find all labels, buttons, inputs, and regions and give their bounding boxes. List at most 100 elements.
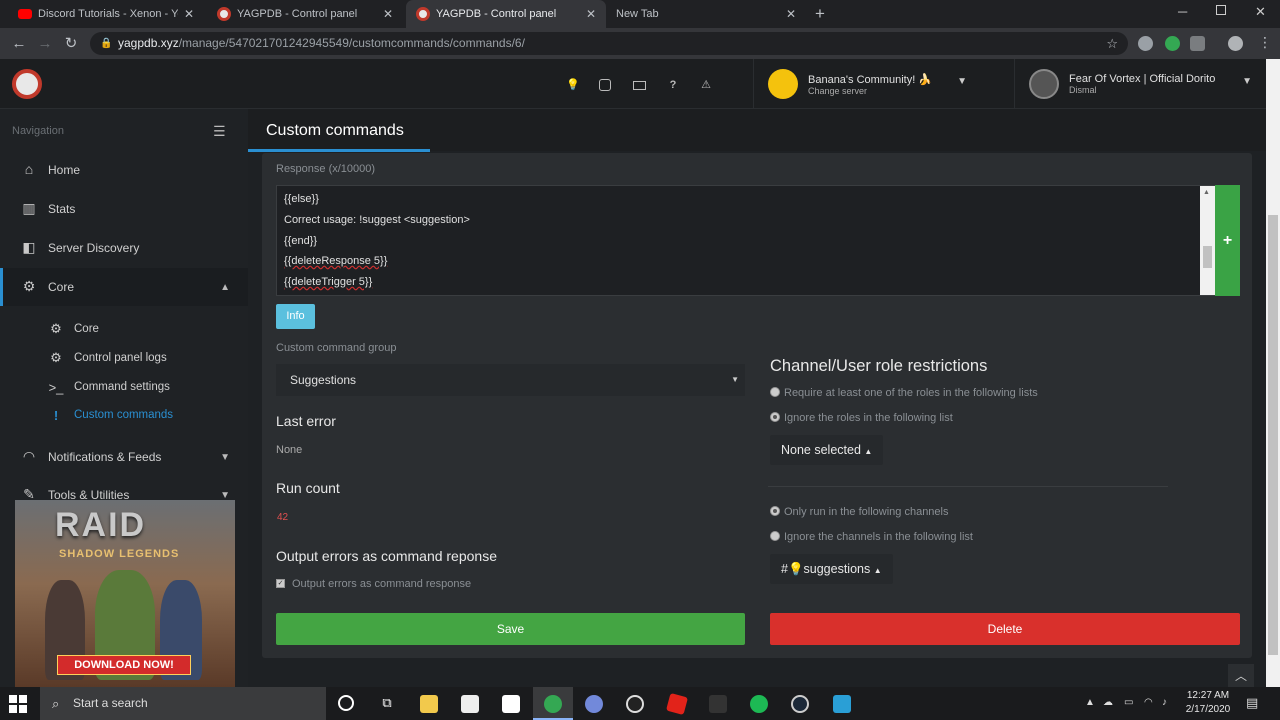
forward-icon[interactable]: → [34,33,56,55]
app-icon[interactable] [833,695,851,713]
spotify-icon[interactable] [750,695,768,713]
address-input[interactable]: 🔒 yagpdb.xyz/manage/547021701242945549/c… [90,32,1128,55]
epic-games-icon[interactable] [709,695,727,713]
volume-icon[interactable]: ♪ [1162,697,1167,708]
back-icon[interactable]: ← [8,33,30,55]
tab-title: New Tab [616,8,659,20]
chrome-icon[interactable] [544,695,562,713]
taskbar-search[interactable]: ⌕ Start a search [40,687,326,720]
discord-app-icon[interactable] [585,695,603,713]
sidebar-item-label: Notifications & Feeds [48,450,162,464]
chan-ignore-label: Ignore the channels in the following lis… [784,531,973,543]
ad-download-button[interactable]: DOWNLOAD NOW! [57,655,191,675]
browser-tab[interactable]: YAGPDB - Control panel ✕ [207,0,403,28]
windows-start-icon[interactable] [9,695,27,713]
add-response-button[interactable]: + [1215,185,1240,296]
profile-avatar[interactable] [1228,36,1243,51]
close-tab-icon[interactable]: ✕ [184,7,194,21]
close-window-icon[interactable]: ✕ [1255,4,1266,20]
minimize-icon[interactable]: ─ [1178,4,1187,19]
browser-tab[interactable]: New Tab ✕ [606,0,806,28]
code-line: {{deleteTrigger 5}} [284,276,373,288]
sidebar-subitem-command-settings[interactable]: >_ Command settings [48,373,170,401]
last-error-title: Last error [276,413,336,429]
extension-icon[interactable] [1190,36,1205,51]
restrictions-title: Channel/User role restrictions [770,357,988,375]
tray-chevron-icon[interactable]: ▲ [1085,697,1095,708]
close-tab-icon[interactable]: ✕ [383,7,393,21]
sidebar-subitem-core[interactable]: ⚙ Core [48,315,99,343]
scroll-thumb[interactable] [1203,246,1212,268]
tab-title: Discord Tutorials - Xenon - YouTube [38,8,178,20]
battery-icon[interactable]: ▭ [1124,697,1133,708]
onedrive-icon[interactable]: ☁ [1103,697,1113,708]
sidebar-subitem-control-panel-logs[interactable]: ⚙ Control panel logs [48,344,167,372]
help-icon[interactable]: ? [666,78,680,92]
cortana-icon[interactable] [338,695,354,711]
close-tab-icon[interactable]: ✕ [786,7,796,21]
notifications-icon[interactable]: ▤ [1246,695,1258,711]
tab-title: YAGPDB - Control panel [436,8,557,20]
user-menu[interactable]: Fear Of Vortex | Official Dorito Dismal … [1014,59,1266,109]
info-button[interactable]: Info [276,304,315,329]
app-header: 💡 ? ⚠ Banana's Community! 🍌 Change serve… [0,59,1266,109]
keyboard-icon[interactable] [633,81,646,90]
textarea-scrollbar[interactable]: ▲ [1200,186,1215,295]
user-sub: Dismal [1069,85,1097,95]
steam-icon[interactable] [791,695,809,713]
url-host: yagpdb.xyz [118,36,179,50]
role-require-radio[interactable] [770,387,780,397]
obs-icon[interactable] [626,695,644,713]
reload-icon[interactable]: ↻ [60,33,82,55]
maximize-icon[interactable] [1216,5,1226,15]
advertisement-banner[interactable]: RAID SHADOW LEGENDS DOWNLOAD NOW! [15,500,235,687]
user-avatar [1029,69,1059,99]
warning-icon[interactable]: ⚠ [699,78,713,92]
chan-only-label: Only run in the following channels [784,506,949,518]
hamburger-icon[interactable]: ☰ [213,123,226,140]
sidebar-item-notifications-feeds[interactable]: ◠ Notifications & Feeds ▼ [0,438,248,476]
save-button[interactable]: Save [276,613,745,645]
sidebar-item-stats[interactable]: ▥ Stats [0,190,248,228]
sidebar-item-home[interactable]: ⌂ Home [0,151,248,189]
page-scroll-thumb[interactable] [1268,215,1278,655]
command-group-select[interactable]: Suggestions ▼ [276,364,745,396]
scroll-up-icon[interactable]: ▲ [1203,189,1210,196]
discord-icon[interactable] [599,79,611,91]
output-errors-checkbox[interactable]: ✓ [276,579,285,588]
file-explorer-icon[interactable] [420,695,438,713]
gear-icon: ⚙ [50,350,62,365]
extension-icon[interactable] [1165,36,1180,51]
sidebar-item-core[interactable]: ⚙ Core ▲ [0,268,248,306]
chan-ignore-radio[interactable] [770,531,780,541]
chan-only-radio[interactable] [770,506,780,516]
task-view-icon[interactable]: ⧉ [378,695,396,713]
browser-tab-active[interactable]: YAGPDB - Control panel ✕ [406,0,606,28]
lock-icon[interactable]: 🔒 [100,32,112,55]
channels-dropdown[interactable]: #💡suggestions ▲ [770,554,893,584]
code-line: {{else}} [284,193,319,205]
response-textarea[interactable]: {{else}} Correct usage: !suggest <sugges… [276,185,1215,296]
terminal-icon: >_ [48,379,64,395]
server-switcher[interactable]: Banana's Community! 🍌 Change server ▼ [753,59,1003,109]
sidebar-item-server-discovery[interactable]: ◧ Server Discovery [0,229,248,267]
browser-tab[interactable]: Discord Tutorials - Xenon - YouTube ✕ [8,0,204,28]
menu-kebab-icon[interactable]: ⋮ [1258,34,1272,51]
scroll-to-top-button[interactable]: ︿ [1228,664,1254,688]
lightbulb-icon[interactable]: 💡 [566,78,580,92]
taskbar-clock[interactable]: 12:27 AM 2/17/2020 [1180,689,1236,717]
roblox-icon[interactable] [665,692,689,716]
roles-dropdown[interactable]: None selected ▲ [770,435,884,465]
store-icon[interactable] [461,695,479,713]
yagpdb-logo[interactable] [12,69,42,99]
extension-icon[interactable] [1138,36,1153,51]
sidebar-subitem-custom-commands[interactable]: ! Custom commands [48,401,173,429]
page-title: Custom commands [266,122,404,139]
wifi-icon[interactable]: ◠ [1144,697,1153,708]
mail-icon[interactable] [502,695,520,713]
close-tab-icon[interactable]: ✕ [586,7,596,21]
role-ignore-radio[interactable] [770,412,780,422]
bookmark-star-icon[interactable]: ☆ [1106,32,1118,55]
new-tab-icon[interactable]: + [815,4,825,24]
delete-button[interactable]: Delete [770,613,1240,645]
